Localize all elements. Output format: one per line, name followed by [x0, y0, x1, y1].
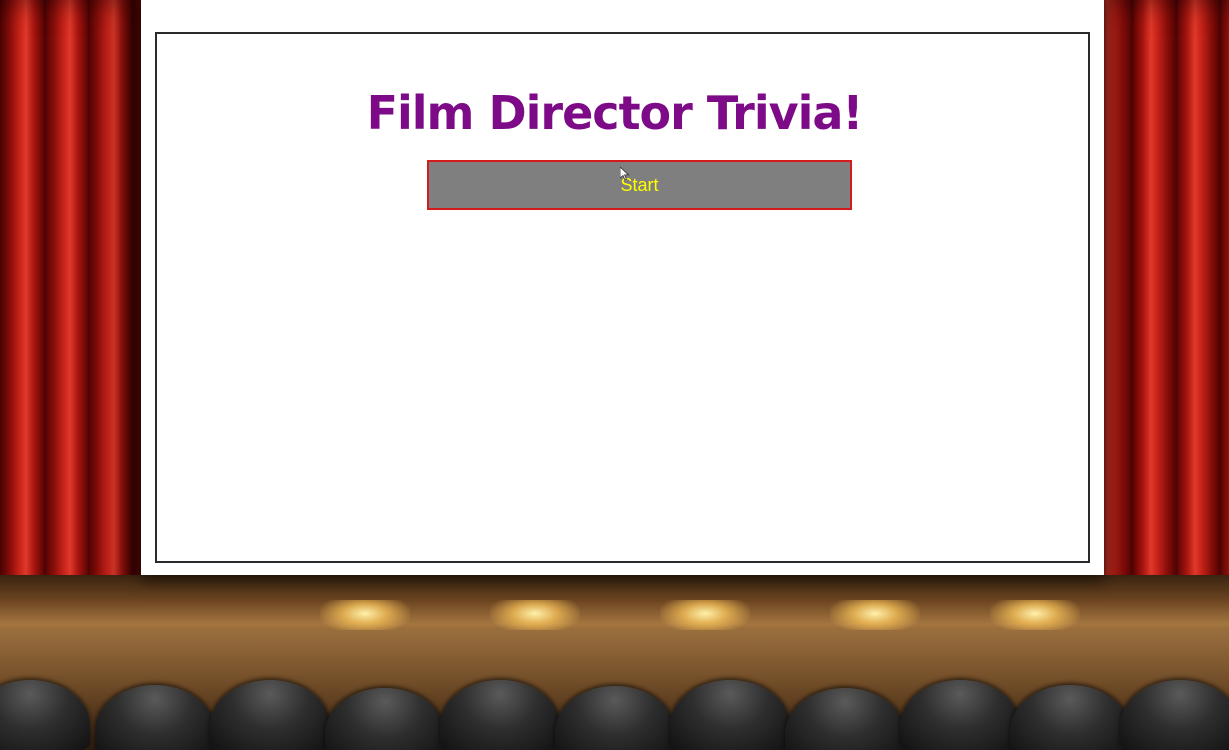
seat	[0, 680, 90, 750]
seat	[95, 685, 215, 750]
mouse-pointer-icon	[620, 167, 630, 181]
seat	[1010, 685, 1130, 750]
start-button[interactable]: Start	[427, 160, 852, 210]
right-curtain	[1089, 0, 1229, 650]
stage-light	[830, 600, 920, 634]
seat	[900, 680, 1020, 750]
seat	[210, 680, 330, 750]
seat	[785, 688, 905, 750]
audience-seats	[0, 680, 1229, 750]
seat	[325, 688, 445, 750]
seat	[440, 680, 560, 750]
game-panel: Film Director Trivia! Start	[155, 32, 1090, 563]
seat	[555, 686, 675, 750]
stage-light	[490, 600, 580, 634]
left-curtain	[0, 0, 145, 650]
seat	[1120, 680, 1229, 750]
page-title: Film Director Trivia!	[366, 86, 864, 140]
stage-light	[660, 600, 750, 634]
stage-light	[990, 600, 1080, 634]
stage-light	[320, 600, 410, 634]
projection-screen: Film Director Trivia! Start	[141, 0, 1104, 575]
seat	[670, 680, 790, 750]
